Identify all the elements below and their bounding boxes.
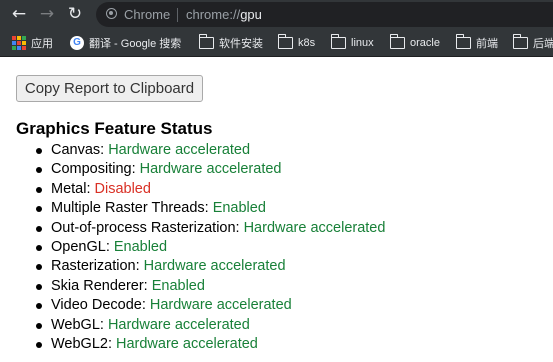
bookmark-folder-oracle[interactable]: oracle [389, 29, 440, 56]
section-title: Graphics Feature Status [16, 119, 213, 138]
omnibox-separator [177, 8, 178, 22]
feature-item-metal: Metal: Disabled [35, 180, 385, 199]
feature-status: Enabled [212, 200, 266, 217]
url-host: gpu [240, 7, 262, 22]
folder-icon [277, 34, 293, 49]
bookmark-label: k8s [298, 36, 316, 49]
folder-icon [330, 34, 346, 49]
feature-status: Hardware accelerated [139, 161, 282, 178]
feature-status: Hardware accelerated [143, 258, 286, 275]
reload-icon[interactable]: ↻ [64, 3, 86, 25]
feature-name: Video Decode: [51, 297, 146, 314]
feature-item-skia-renderer: Skia Renderer: Enabled [35, 277, 385, 296]
bookmark-label: 后端 [533, 37, 553, 50]
folder-icon [455, 34, 471, 49]
feature-name: Skia Renderer: [51, 277, 148, 294]
address-bar[interactable]: Chrome chrome://gpu [96, 2, 553, 27]
feature-name: Compositing: [51, 161, 136, 178]
feature-status: Enabled [113, 238, 168, 255]
bookmark-folder-software[interactable]: 软件安装 [198, 29, 263, 56]
bookmark-label: 应用 [31, 37, 53, 50]
feature-name: WebGL2: [51, 335, 112, 352]
feature-name: Multiple Raster Threads: [51, 200, 209, 217]
bookmark-apps[interactable]: 应用 [12, 29, 53, 56]
feature-item-oop-rasterization: Out-of-process Rasterization: Hardware ac… [35, 219, 386, 238]
folder-icon [198, 34, 214, 49]
bookmark-folder-frontend[interactable]: 前端 [455, 29, 498, 56]
browser-toolbar: ← → ↻ Chrome chrome://gpu [0, 0, 553, 29]
feature-item-compositing: Compositing: Hardware accelerated [35, 160, 385, 179]
feature-item-rasterization: Rasterization: Hardware accelerated [35, 257, 385, 276]
feature-status: Hardware accelerated [108, 142, 251, 158]
bookmark-label: 翻译 - Google 搜索 [89, 37, 182, 50]
feature-status: Enabled [151, 277, 205, 294]
feature-name: Metal: [51, 180, 91, 197]
feature-status: Hardware accelerated [116, 335, 258, 352]
feature-item-video-decode: Video Decode: Hardware accelerated [35, 296, 385, 315]
copy-report-button[interactable]: Copy Report to Clipboard [16, 75, 203, 102]
bookmark-folder-k8s[interactable]: k8s [277, 29, 316, 56]
arrow-left-icon[interactable]: ← [8, 3, 30, 25]
bookmark-label: linux [351, 36, 374, 49]
feature-item-canvas: Canvas: Hardware accelerated [35, 141, 385, 160]
feature-name: Out-of-process Rasterization: [51, 219, 240, 236]
folder-icon [389, 34, 405, 49]
bookmark-label: 前端 [476, 37, 498, 50]
feature-item-webgl2: WebGL2: Hardware accelerated [35, 335, 385, 354]
url-text[interactable]: chrome://gpu [186, 6, 262, 23]
bookmark-google-translate[interactable]: G 翻译 - Google 搜索 [70, 29, 181, 56]
feature-item-webgl: WebGL: Hardware accelerated [35, 316, 385, 335]
site-chip-label: Chrome [124, 7, 171, 22]
feature-status: Hardware accelerated [243, 219, 386, 236]
feature-name: Rasterization: [51, 258, 140, 275]
arrow-right-icon[interactable]: → [36, 3, 58, 25]
url-scheme: chrome:// [186, 7, 241, 22]
apps-icon [12, 35, 26, 50]
bookmark-label: 软件安装 [219, 37, 263, 50]
feature-status: Hardware accelerated [107, 316, 250, 333]
bookmark-folder-linux[interactable]: linux [330, 29, 374, 56]
bookmarks-bar: 应用 G 翻译 - Google 搜索 软件安装 k8s linux oracl… [0, 29, 553, 57]
feature-item-opengl: OpenGL: Enabled [35, 238, 385, 257]
bookmark-label: oracle [410, 36, 440, 49]
feature-name: Canvas: [51, 142, 105, 158]
feature-name: OpenGL: [51, 238, 110, 255]
google-icon: G [70, 35, 84, 50]
feature-status: Disabled [94, 180, 151, 197]
feature-status-list: Canvas: Hardware accelerated Compositing:… [35, 141, 386, 354]
feature-item-multiple-raster-threads: Multiple Raster Threads: Enabled [35, 199, 385, 218]
bookmark-folder-backend[interactable]: 后端 [512, 29, 553, 56]
chrome-icon [106, 8, 117, 19]
folder-icon [512, 34, 528, 49]
feature-name: WebGL: [51, 316, 104, 333]
feature-status: Hardware accelerated [149, 297, 292, 314]
